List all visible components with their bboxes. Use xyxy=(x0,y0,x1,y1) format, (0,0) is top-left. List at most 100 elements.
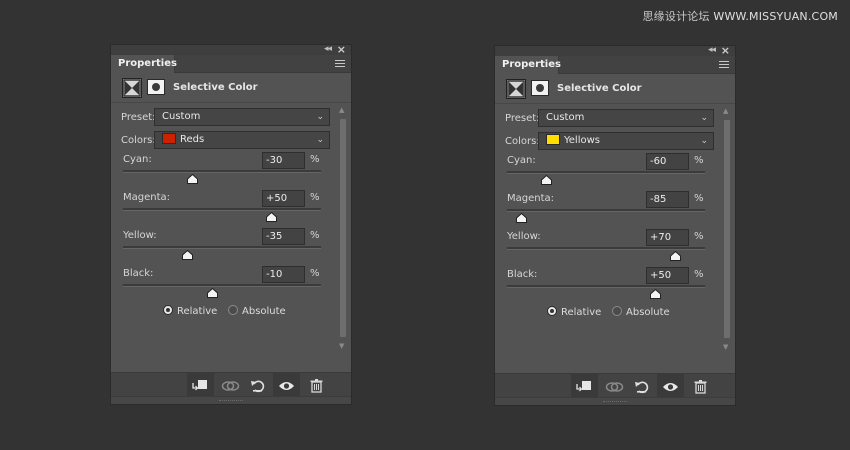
preset-value: Custom xyxy=(546,112,585,123)
watermark-text: 思缘设计论坛 xyxy=(642,10,710,23)
percent-sign: % xyxy=(694,269,704,280)
yellow-slider-track[interactable] xyxy=(507,247,705,250)
adjustment-title: Selective Color xyxy=(173,82,258,93)
colors-label: Colors: xyxy=(505,136,540,147)
panel-tab-row: Properties xyxy=(111,55,351,73)
yellow-slider-thumb[interactable] xyxy=(669,251,681,261)
chevron-down-icon: ⌄ xyxy=(700,136,708,146)
magenta-value-input[interactable]: -85 xyxy=(646,191,689,208)
relative-label: Relative xyxy=(177,306,218,317)
percent-sign: % xyxy=(310,230,320,241)
properties-panel-1: ◂◂ × Properties Selective Color Preset: … xyxy=(110,43,352,405)
cyan-slider-thumb[interactable] xyxy=(541,175,553,185)
yellow-slider-thumb[interactable] xyxy=(181,250,193,260)
magenta-label: Magenta: xyxy=(507,193,555,204)
magenta-slider-thumb[interactable] xyxy=(266,212,277,222)
scrollbar-thumb[interactable] xyxy=(724,120,730,338)
cyan-value-input[interactable]: -30 xyxy=(262,152,305,169)
colors-label: Colors: xyxy=(121,135,156,146)
black-value-input[interactable]: +50 xyxy=(646,267,689,284)
panel-body: Preset: Custom ⌄ Colors: Reds ⌄ Cyan: -30… xyxy=(111,103,351,353)
absolute-radio[interactable]: Absolute xyxy=(228,305,286,317)
black-slider-track[interactable] xyxy=(123,284,321,287)
colors-dropdown[interactable]: Yellows ⌄ xyxy=(538,132,714,150)
preset-dropdown[interactable]: Custom ⌄ xyxy=(538,109,714,127)
cyan-slider-track[interactable] xyxy=(507,171,705,174)
preset-value: Custom xyxy=(162,111,201,122)
panel-menu-icon[interactable] xyxy=(719,61,729,68)
adjustment-header: Selective Color xyxy=(111,73,351,103)
relative-radio[interactable]: Relative xyxy=(163,305,217,317)
percent-sign: % xyxy=(310,154,320,165)
chevron-down-icon: ⌄ xyxy=(316,135,324,145)
adjustment-header: Selective Color xyxy=(495,74,735,104)
panel-menu-icon[interactable] xyxy=(335,60,345,67)
panel-top-bar: ◂◂ × xyxy=(495,44,735,57)
black-label: Black: xyxy=(507,269,538,280)
absolute-label: Absolute xyxy=(626,307,670,318)
percent-sign: % xyxy=(694,155,704,166)
preset-label: Preset: xyxy=(121,112,156,123)
selective-color-adjustment-icon[interactable] xyxy=(506,79,526,99)
panel-footer xyxy=(495,373,735,400)
magenta-label: Magenta: xyxy=(123,192,171,203)
black-slider-thumb[interactable] xyxy=(206,288,218,298)
panel-footer xyxy=(111,372,351,399)
adjustment-title: Selective Color xyxy=(557,83,642,94)
radio-selected-icon xyxy=(163,305,173,315)
percent-sign: % xyxy=(694,193,704,204)
black-value-input[interactable]: -10 xyxy=(262,266,305,283)
cyan-slider-thumb[interactable] xyxy=(186,174,198,184)
properties-panel-2: ◂◂ × Properties Selective Color Preset: … xyxy=(494,44,736,406)
preset-label: Preset: xyxy=(505,113,540,124)
relative-radio[interactable]: Relative xyxy=(547,306,601,318)
selective-color-adjustment-icon[interactable] xyxy=(122,78,142,98)
tab-properties[interactable]: Properties xyxy=(111,55,177,73)
color-swatch xyxy=(162,133,176,144)
scroll-up-icon[interactable]: ▲ xyxy=(723,107,728,115)
layer-mask-icon[interactable] xyxy=(531,80,549,96)
yellow-value-input[interactable]: +70 xyxy=(646,229,689,246)
black-slider-thumb[interactable] xyxy=(650,289,661,299)
chevron-down-icon: ⌄ xyxy=(700,113,708,123)
scrollbar[interactable]: ▲ ▼ xyxy=(338,106,348,350)
resize-grip[interactable] xyxy=(111,396,351,404)
absolute-radio[interactable]: Absolute xyxy=(612,306,670,318)
double-chevron-left-icon[interactable]: ◂◂ xyxy=(324,44,332,54)
scrollbar[interactable]: ▲ ▼ xyxy=(722,107,732,351)
colors-value: Reds xyxy=(180,134,205,145)
scrollbar-thumb[interactable] xyxy=(340,119,346,337)
magenta-value-input[interactable]: +50 xyxy=(262,190,305,207)
absolute-label: Absolute xyxy=(242,306,286,317)
percent-sign: % xyxy=(310,192,320,203)
color-swatch xyxy=(546,134,560,145)
magenta-slider-track[interactable] xyxy=(123,208,321,211)
cyan-label: Cyan: xyxy=(123,154,152,165)
watermark: 思缘设计论坛 WWW.MISSYUAN.COM xyxy=(642,8,838,24)
chevron-down-icon: ⌄ xyxy=(316,112,324,122)
yellow-value-input[interactable]: -35 xyxy=(262,228,305,245)
tab-properties[interactable]: Properties xyxy=(495,56,561,74)
percent-sign: % xyxy=(694,231,704,242)
scroll-down-icon[interactable]: ▼ xyxy=(723,343,728,351)
colors-value: Yellows xyxy=(564,135,600,146)
magenta-slider-thumb[interactable] xyxy=(516,213,528,223)
double-chevron-left-icon[interactable]: ◂◂ xyxy=(708,45,716,55)
scroll-down-icon[interactable]: ▼ xyxy=(339,342,344,350)
yellow-slider-track[interactable] xyxy=(123,246,321,249)
relative-label: Relative xyxy=(561,307,602,318)
preset-dropdown[interactable]: Custom ⌄ xyxy=(154,108,330,126)
layer-mask-icon[interactable] xyxy=(147,79,165,95)
percent-sign: % xyxy=(310,268,320,279)
magenta-slider-track[interactable] xyxy=(507,209,705,212)
resize-grip[interactable] xyxy=(495,397,735,405)
cyan-label: Cyan: xyxy=(507,155,536,166)
cyan-value-input[interactable]: -60 xyxy=(646,153,689,170)
cyan-slider-track[interactable] xyxy=(123,170,321,173)
colors-dropdown[interactable]: Reds ⌄ xyxy=(154,131,330,149)
black-slider-track[interactable] xyxy=(507,285,705,288)
panel-tab-row: Properties xyxy=(495,56,735,74)
radio-unselected-icon xyxy=(228,305,238,315)
scroll-up-icon[interactable]: ▲ xyxy=(339,106,344,114)
radio-unselected-icon xyxy=(612,306,622,316)
